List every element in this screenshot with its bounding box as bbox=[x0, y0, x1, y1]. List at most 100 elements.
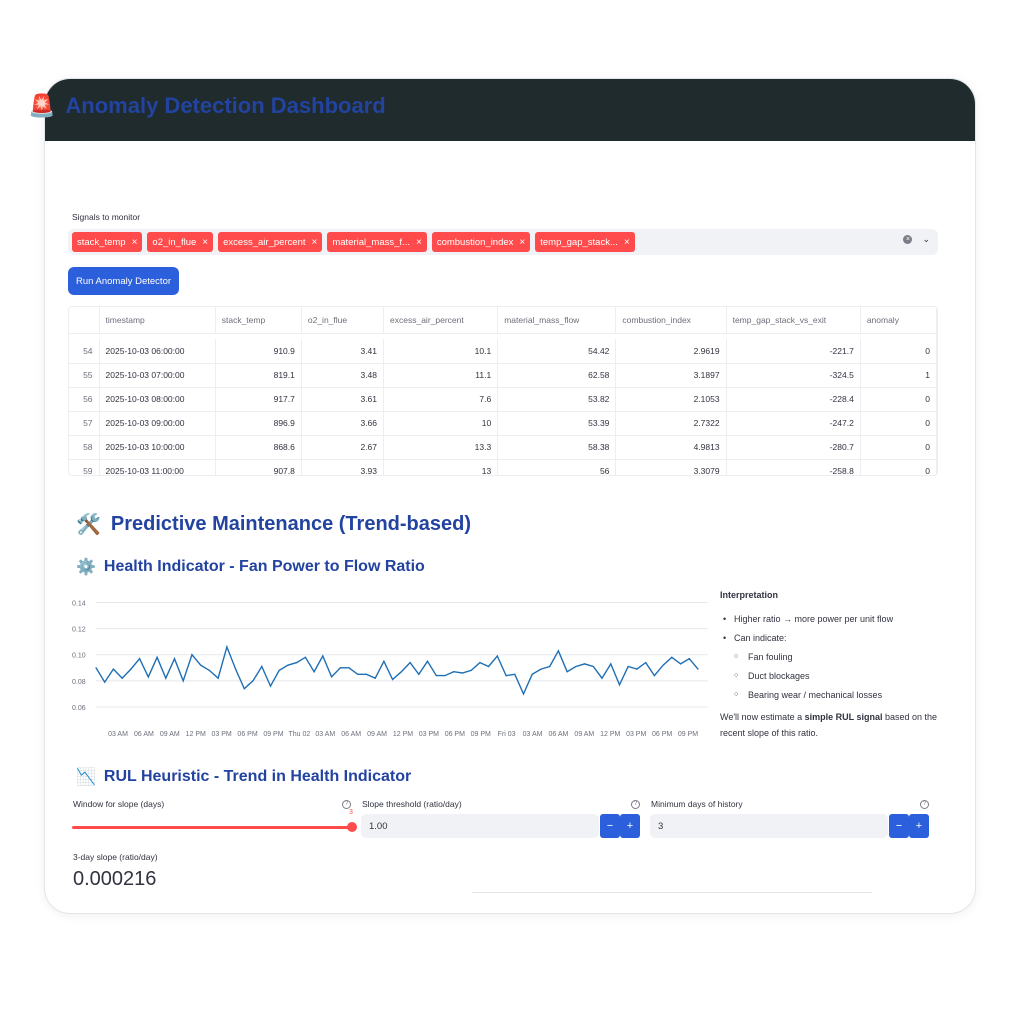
data-point bbox=[392, 678, 394, 681]
signal-chip-label: stack_temp bbox=[77, 236, 126, 248]
data-point bbox=[357, 673, 359, 675]
signal-chip[interactable]: excess_air_percent × bbox=[218, 232, 323, 252]
column-header[interactable]: anomaly bbox=[860, 307, 937, 334]
table-cell: 907.8 bbox=[215, 459, 302, 475]
signals-multiselect[interactable]: stack_temp × o2_in_flue × excess_air_percent… bbox=[68, 229, 938, 255]
data-point bbox=[296, 662, 298, 664]
table-cell: 4.9813 bbox=[615, 435, 727, 460]
table-cell: 2.67 bbox=[301, 435, 385, 460]
data-point bbox=[331, 676, 333, 678]
table-row[interactable]: 57 2025-10-03 09:00:00 896.9 3.66 10 53.39 2.7… bbox=[69, 411, 937, 436]
data-point bbox=[566, 671, 568, 673]
threshold-minus-button[interactable]: − bbox=[600, 814, 620, 838]
column-header[interactable]: stack_temp bbox=[215, 307, 302, 334]
x-tick-label: 06 AM bbox=[341, 731, 361, 738]
slider-thumb[interactable] bbox=[347, 822, 357, 832]
data-point bbox=[488, 665, 490, 668]
table-cell: 62.58 bbox=[497, 363, 617, 388]
data-point bbox=[470, 669, 472, 671]
data-point bbox=[627, 665, 629, 668]
rul-note-bold: simple RUL signal bbox=[804, 712, 883, 722]
signal-chip-label: excess_air_percent bbox=[223, 236, 306, 248]
data-point bbox=[243, 688, 245, 690]
column-header[interactable]: temp_gap_stack_vs_exit bbox=[726, 307, 861, 334]
remove-chip-icon[interactable]: × bbox=[624, 237, 630, 248]
table-row[interactable]: 59 2025-10-03 11:00:00 907.8 3.93 13 56 3.3079… bbox=[69, 459, 937, 475]
sub-bullet-fan-fouling: Fan fouling bbox=[720, 652, 960, 662]
table-cell: 3.93 bbox=[301, 459, 385, 475]
column-header[interactable] bbox=[69, 307, 100, 334]
threshold-plus-button[interactable]: + bbox=[620, 814, 640, 838]
app-window bbox=[44, 78, 976, 914]
signal-chip[interactable]: stack_temp × bbox=[72, 232, 143, 252]
min-days-plus-button[interactable]: + bbox=[909, 814, 929, 838]
remove-chip-icon[interactable]: × bbox=[202, 237, 208, 248]
help-icon[interactable]: ? bbox=[920, 800, 929, 809]
column-header[interactable]: excess_air_percent bbox=[383, 307, 499, 334]
table-row[interactable]: 54 2025-10-03 06:00:00 910.9 3.41 10.1 54.42 2… bbox=[69, 339, 937, 364]
data-point bbox=[235, 668, 237, 670]
remove-chip-icon[interactable]: × bbox=[519, 237, 525, 248]
chevron-down-icon[interactable]: ⌄ bbox=[922, 234, 930, 245]
run-anomaly-detector-button[interactable]: Run Anomaly Detector bbox=[68, 267, 179, 295]
column-header[interactable]: material_mass_flow bbox=[497, 307, 617, 334]
page-title-text: Anomaly Detection Dashboard bbox=[65, 93, 386, 118]
table-cell: 2.9619 bbox=[615, 339, 727, 364]
bullet-can-indicate: Can indicate: bbox=[720, 633, 960, 643]
rul-note-prefix: We'll now estimate a bbox=[720, 712, 805, 722]
help-icon[interactable]: ? bbox=[631, 800, 640, 809]
rul-title: RUL Heuristic - Trend in Health Indicato… bbox=[103, 768, 412, 785]
table-row[interactable]: 56 2025-10-03 08:00:00 917.7 3.61 7.6 53.82 2.… bbox=[69, 387, 937, 412]
data-point bbox=[671, 656, 673, 658]
data-point bbox=[662, 664, 664, 666]
table-cell: 2025-10-03 11:00:00 bbox=[99, 459, 216, 475]
help-icon[interactable]: ? bbox=[342, 800, 351, 809]
remove-chip-icon[interactable]: × bbox=[132, 237, 138, 248]
table-row[interactable]: 55 2025-10-03 07:00:00 819.1 3.48 11.1 62.58 3… bbox=[69, 363, 937, 388]
x-tick-label: 03 AM bbox=[523, 731, 543, 738]
min-days-input[interactable]: 3 bbox=[650, 814, 888, 838]
signal-chip[interactable]: o2_in_flue × bbox=[147, 232, 214, 252]
table-cell: 819.1 bbox=[215, 363, 302, 388]
x-tick-label: 06 PM bbox=[652, 731, 672, 738]
data-point bbox=[261, 665, 263, 668]
x-tick-label: 03 PM bbox=[419, 731, 439, 738]
x-tick-label: 06 PM bbox=[237, 731, 257, 738]
signal-chip[interactable]: temp_gap_stack... × bbox=[535, 232, 635, 252]
predictive-maintenance-heading: 🛠️ Predictive Maintenance (Trend-based) bbox=[76, 512, 471, 537]
table-row[interactable]: 58 2025-10-03 10:00:00 868.6 2.67 13.3 58.38 4… bbox=[69, 435, 937, 460]
data-point bbox=[531, 673, 533, 675]
clear-all-icon[interactable]: × bbox=[903, 235, 913, 244]
data-table[interactable]: timestamp stack_temp o2_in_flue excess_air_… bbox=[68, 306, 938, 476]
rul-heading: 📉 RUL Heuristic - Trend in Health Indica… bbox=[76, 767, 411, 787]
column-header[interactable]: timestamp bbox=[99, 307, 216, 334]
remove-chip-icon[interactable]: × bbox=[416, 237, 422, 248]
column-header[interactable]: combustion_index bbox=[615, 307, 727, 334]
x-tick-label: 03 PM bbox=[626, 731, 646, 738]
min-days-label: Minimum days of history bbox=[651, 799, 743, 809]
data-point bbox=[182, 680, 184, 682]
table-cell: 3.3079 bbox=[615, 459, 727, 475]
data-point bbox=[461, 672, 463, 674]
data-point bbox=[426, 660, 429, 662]
x-tick-label: 03 AM bbox=[108, 731, 128, 738]
signal-chip[interactable]: material_mass_f... × bbox=[327, 232, 427, 252]
signal-chip[interactable]: combustion_index × bbox=[431, 232, 531, 252]
table-cell: 917.7 bbox=[215, 387, 302, 412]
signals-label: Signals to monitor bbox=[72, 212, 141, 222]
table-cell: 58 bbox=[69, 435, 100, 460]
health-indicator-chart[interactable]: 0.14 0.12 0.10 0.08 0.06 03 AM 06 AM 09 AM 12 PM… bbox=[68, 590, 718, 750]
siren-icon: 🚨 bbox=[28, 93, 56, 118]
health-indicator-heading: ⚙️ Health Indicator - Fan Power to Flow … bbox=[76, 557, 425, 577]
remove-chip-icon[interactable]: × bbox=[312, 237, 318, 248]
x-tick-label: 03 AM bbox=[315, 731, 335, 738]
threshold-input[interactable]: 1.00 bbox=[361, 814, 599, 838]
health-ratio-series-line bbox=[95, 644, 699, 696]
column-header[interactable]: o2_in_flue bbox=[301, 307, 385, 334]
data-point bbox=[165, 677, 167, 679]
min-days-minus-button[interactable]: − bbox=[889, 814, 909, 838]
table-cell: -258.8 bbox=[726, 459, 861, 475]
table-cell: 13.3 bbox=[383, 435, 499, 460]
page-title: 🚨 Anomaly Detection Dashboard bbox=[28, 93, 386, 119]
data-point bbox=[514, 673, 516, 675]
